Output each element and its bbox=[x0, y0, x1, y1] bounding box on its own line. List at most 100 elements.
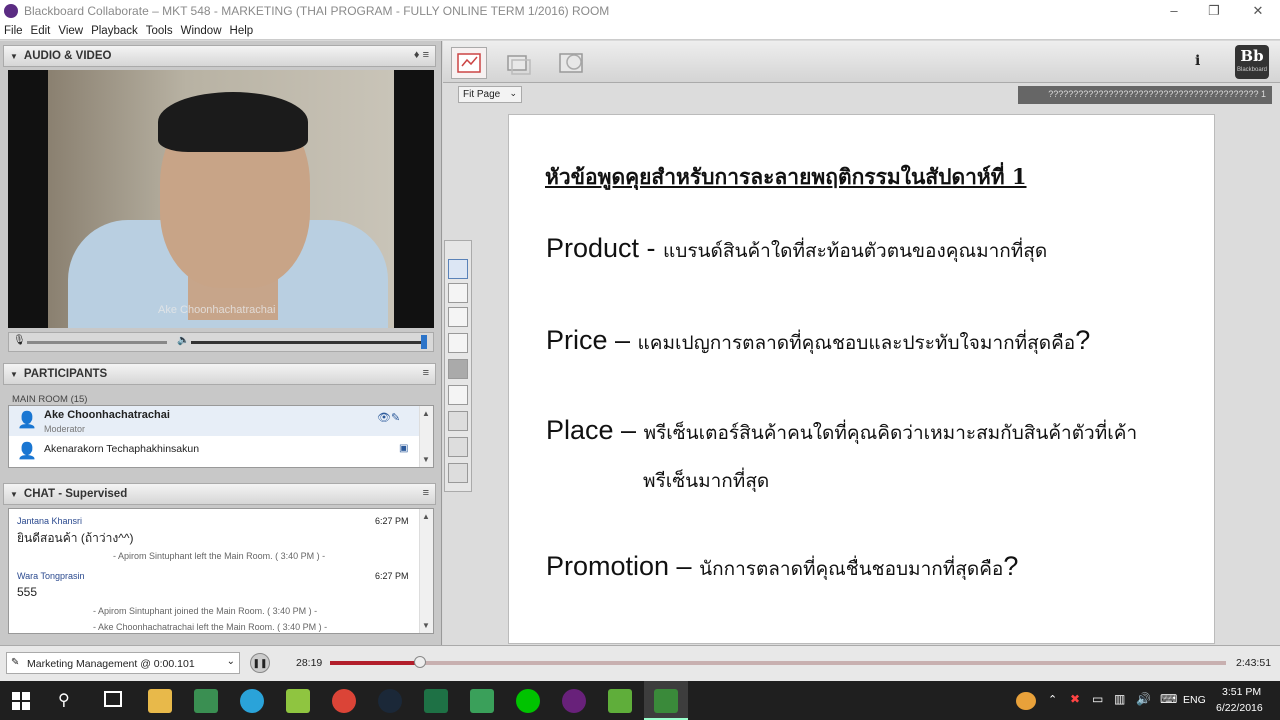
panel-options-icon[interactable]: ♦ ≡ bbox=[414, 49, 429, 61]
participants-header[interactable]: ▼ PARTICIPANTS ≡ bbox=[3, 363, 436, 385]
row-tail: ? bbox=[1075, 325, 1091, 355]
row-key: Price – bbox=[546, 325, 638, 355]
volume-icon[interactable]: 🔊 bbox=[1136, 692, 1151, 706]
content-toolbar: i Bb Blackboard bbox=[443, 41, 1280, 83]
app-icon[interactable] bbox=[286, 689, 310, 713]
audio-video-header[interactable]: ▼ AUDIO & VIDEO ♦ ≡ bbox=[3, 45, 436, 67]
chrome-icon[interactable] bbox=[332, 689, 356, 713]
line-icon[interactable] bbox=[516, 689, 540, 713]
rectangle-tool-icon[interactable] bbox=[448, 385, 468, 405]
visual-studio-icon[interactable] bbox=[562, 689, 586, 713]
app-icon[interactable] bbox=[470, 689, 494, 713]
row-desc: พรีเซ็นมากที่สุด bbox=[643, 470, 770, 492]
notification-icon[interactable] bbox=[1016, 692, 1036, 710]
timeline-handle[interactable] bbox=[413, 656, 426, 668]
chat-title: CHAT - Supervised bbox=[23, 488, 128, 500]
row-key: Promotion – bbox=[546, 551, 700, 581]
window-title: Blackboard Collaborate – MKT 548 - MARKE… bbox=[24, 4, 610, 18]
steam-icon[interactable] bbox=[378, 689, 402, 713]
page-indicator[interactable]: ????????????????????????????????????????… bbox=[1018, 86, 1272, 104]
menu-edit[interactable]: Edit bbox=[31, 25, 51, 37]
menu-bar: File Edit View Playback Tools Window Hel… bbox=[0, 22, 1280, 40]
active-app[interactable] bbox=[644, 681, 688, 720]
chat-system-msg: - Apirom Sintuphant left the Main Room. … bbox=[113, 551, 326, 561]
page-label: ????????????????????????????????????????… bbox=[1048, 89, 1266, 99]
battery-icon[interactable]: ▭ bbox=[1092, 692, 1103, 706]
menu-playback[interactable]: Playback bbox=[91, 25, 138, 37]
pen-tool-icon[interactable] bbox=[448, 307, 468, 327]
windows-taskbar: ⚲ ⌃ ✖ ▭ ▥ 🔊 ⌨ ENG 3:51 PM 6/22/2016 bbox=[0, 681, 1280, 720]
total-time: 2:43:51 bbox=[1236, 657, 1272, 669]
slide-row-place: Place – พรีเซ็นเตอร์สินค้าคนใดที่คุณคิดว… bbox=[546, 415, 1137, 448]
chevron-down-icon: ⌄ bbox=[509, 88, 517, 98]
web-tour-icon[interactable] bbox=[553, 47, 589, 79]
mic-icon[interactable]: 🎙 bbox=[13, 335, 26, 346]
participants-scrollbar[interactable]: ▲ ▼ bbox=[419, 406, 433, 467]
info-button[interactable]: i bbox=[1195, 53, 1200, 69]
network-icon[interactable]: ▥ bbox=[1114, 692, 1125, 706]
chat-system-msg: - Apirom Sintuphant joined the Main Room… bbox=[93, 606, 318, 616]
search-icon[interactable]: ⚲ bbox=[58, 690, 70, 710]
file-explorer-icon[interactable] bbox=[148, 689, 172, 713]
select-tool-icon[interactable] bbox=[448, 259, 468, 279]
chat-time: 6:27 PM bbox=[375, 516, 409, 526]
row-tail: ? bbox=[1003, 551, 1019, 581]
fit-page-dropdown[interactable]: Fit Page ⌄ bbox=[458, 86, 522, 103]
menu-help[interactable]: Help bbox=[230, 25, 254, 37]
tray-app-icon[interactable]: ✖ bbox=[1070, 692, 1080, 706]
menu-tools[interactable]: Tools bbox=[146, 25, 173, 37]
speaker-icon[interactable]: 🔈 bbox=[177, 335, 189, 346]
menu-window[interactable]: Window bbox=[181, 25, 222, 37]
participant-name: Akenarakorn Techaphakhinsakun bbox=[44, 443, 200, 455]
mic-slider[interactable] bbox=[27, 341, 167, 344]
chat-text: 555 bbox=[17, 585, 38, 599]
app-icon[interactable] bbox=[194, 689, 218, 713]
chat-sender: Jantana Khansri bbox=[17, 516, 83, 526]
fill-tool-icon[interactable] bbox=[448, 359, 468, 379]
windows-start-icon[interactable] bbox=[12, 692, 30, 710]
language-indicator[interactable]: ENG bbox=[1183, 694, 1206, 706]
screen-capture-tool-icon[interactable] bbox=[448, 463, 468, 483]
timeline[interactable] bbox=[330, 656, 1226, 668]
clock-date[interactable]: 6/22/2016 bbox=[1216, 702, 1263, 714]
clipart-tool-icon[interactable] bbox=[448, 437, 468, 457]
collapse-icon[interactable]: ▼ bbox=[10, 52, 18, 61]
speaker-name: Ake Choonhachatrachai bbox=[158, 304, 276, 316]
chat-time: 6:27 PM bbox=[375, 571, 409, 581]
chat-header[interactable]: ▼ CHAT - Supervised ≡ bbox=[3, 483, 436, 505]
chat-scrollbar[interactable]: ▲ ▼ bbox=[419, 509, 433, 633]
menu-view[interactable]: View bbox=[58, 25, 83, 37]
excel-icon[interactable] bbox=[424, 689, 448, 713]
app-icon[interactable] bbox=[240, 689, 264, 713]
pointer-tool-icon[interactable] bbox=[448, 283, 468, 303]
blackboard-logo: Bb Blackboard bbox=[1235, 45, 1269, 79]
collapse-icon[interactable]: ▼ bbox=[10, 370, 18, 379]
pause-button[interactable]: ❚❚ bbox=[250, 653, 270, 673]
slide-heading: หัวข้อพูดคุยสำหรับการละลายพฤติกรรมในสัปด… bbox=[545, 164, 1027, 189]
text-tool-icon[interactable] bbox=[448, 333, 468, 353]
chat-log: Jantana Khansri 6:27 PM ยินดีสอนค้า (ถ้า… bbox=[8, 508, 434, 634]
participant-row[interactable]: 👤 Akenarakorn Techaphakhinsakun ▣ bbox=[9, 437, 419, 465]
participant-row[interactable]: 👤 Ake Choonhachatrachai Moderator 👁✎ bbox=[9, 406, 419, 436]
collapse-icon[interactable]: ▼ bbox=[10, 490, 18, 499]
task-view-icon[interactable] bbox=[104, 691, 122, 707]
bb-logo-name: Blackboard bbox=[1236, 67, 1268, 73]
panel-options-icon[interactable]: ≡ bbox=[423, 367, 429, 379]
app-share-icon[interactable] bbox=[499, 47, 535, 79]
elapsed-time: 28:19 bbox=[296, 657, 323, 669]
row-key: Place – bbox=[546, 415, 644, 445]
menu-file[interactable]: File bbox=[4, 25, 23, 37]
panel-options-icon[interactable]: ≡ bbox=[423, 487, 429, 499]
recording-selector[interactable]: ✎ Marketing Management @ 0:00.101 ⌄ bbox=[6, 652, 240, 674]
close-button[interactable]: ✕ bbox=[1244, 2, 1272, 20]
maximize-button[interactable]: ❐ bbox=[1200, 2, 1228, 20]
line-tool-icon[interactable] bbox=[448, 411, 468, 431]
whiteboard-icon[interactable] bbox=[451, 47, 487, 79]
tray-chevron-icon[interactable]: ⌃ bbox=[1048, 693, 1057, 706]
slider-handle[interactable] bbox=[421, 335, 427, 349]
clock-time[interactable]: 3:51 PM bbox=[1222, 686, 1261, 698]
input-icon[interactable]: ⌨ bbox=[1160, 692, 1177, 706]
app-icon[interactable] bbox=[608, 689, 632, 713]
minimize-button[interactable]: – bbox=[1160, 2, 1188, 20]
speaker-slider[interactable] bbox=[191, 341, 423, 344]
